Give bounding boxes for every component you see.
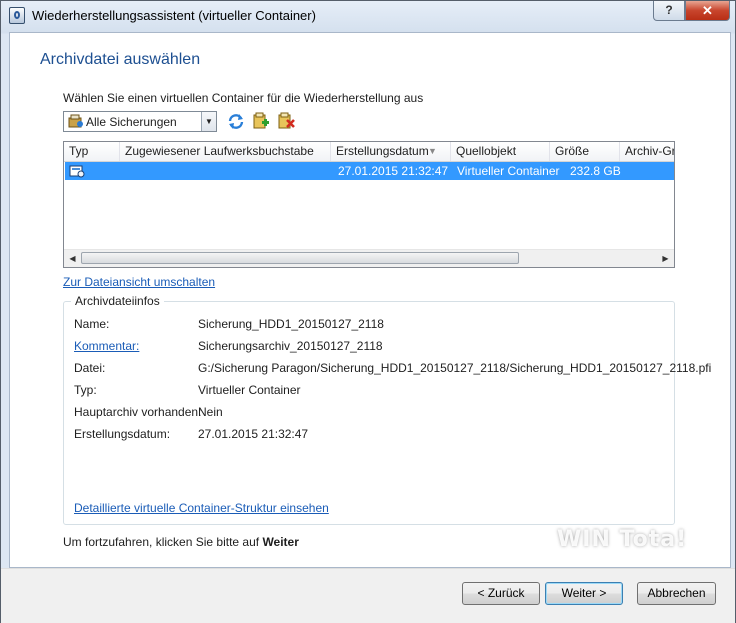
column-header-size[interactable]: Größe — [550, 142, 620, 161]
cancel-button[interactable]: Abbrechen — [637, 582, 716, 605]
info-value-main-archive: Nein — [198, 405, 223, 419]
scrollbar-thumb[interactable] — [81, 252, 519, 264]
info-label-created: Erstellungsdatum: — [74, 427, 171, 441]
info-label-main-archive: Hauptarchiv vorhanden: — [74, 405, 202, 419]
watermark-logo: WIN Tota! — [557, 527, 688, 552]
row-source: Virtueller Container — [457, 164, 560, 178]
refresh-icon[interactable] — [227, 112, 245, 130]
continue-hint-bold: Weiter — [262, 535, 299, 549]
continue-hint: Um fortzufahren, klicken Sie bitte auf W… — [63, 535, 299, 549]
next-button[interactable]: Weiter > — [545, 582, 623, 605]
title-bar[interactable]: Wiederherstellungsassistent (virtueller … — [1, 1, 735, 31]
sort-indicator-icon: ▼ — [428, 146, 437, 156]
page-title: Archivdatei auswählen — [40, 51, 201, 68]
container-list[interactable]: Typ Zugewiesener Laufwerksbuchstabe Erst… — [63, 141, 675, 268]
add-archive-icon[interactable] — [252, 112, 270, 130]
virtual-container-icon — [69, 165, 85, 178]
row-created: 27.01.2015 21:32:47 — [338, 164, 449, 178]
delete-archive-icon[interactable] — [277, 112, 295, 130]
column-header-archive-size[interactable]: Archiv-Grö — [620, 142, 674, 161]
button-bar — [1, 568, 735, 623]
comment-link[interactable]: Kommentar: — [74, 339, 139, 353]
continue-hint-text: Um fortzufahren, klicken Sie bitte auf — [63, 535, 260, 549]
info-label-name: Name: — [74, 317, 110, 331]
chevron-down-icon[interactable]: ▼ — [201, 112, 216, 131]
info-label-type: Typ: — [74, 383, 97, 397]
info-value-comment: Sicherungsarchiv_20150127_2118 — [198, 339, 383, 353]
info-value-type: Virtueller Container — [198, 383, 301, 397]
scroll-left-icon[interactable]: ◀ — [64, 250, 81, 267]
wizard-window: Wiederherstellungsassistent (virtueller … — [0, 0, 736, 623]
table-row[interactable]: 27.01.2015 21:32:47 Virtueller Container… — [65, 162, 674, 180]
backup-filter-icon — [68, 114, 83, 128]
info-value-name: Sicherung_HDD1_20150127_2118 — [198, 317, 384, 331]
container-structure-link[interactable]: Detaillierte virtuelle Container-Struktu… — [74, 501, 329, 515]
horizontal-scrollbar[interactable]: ◀ ▶ — [64, 249, 674, 267]
instruction-text: Wählen Sie einen virtuellen Container fü… — [63, 91, 424, 105]
scroll-right-icon[interactable]: ▶ — [657, 250, 674, 267]
row-size: 232.8 GB — [570, 164, 621, 178]
back-button[interactable]: < Zurück — [462, 582, 540, 605]
info-value-created: 27.01.2015 21:32:47 — [198, 427, 309, 441]
list-header: Typ Zugewiesener Laufwerksbuchstabe Erst… — [64, 142, 674, 162]
close-button[interactable]: ✕ — [685, 1, 730, 21]
switch-to-file-view-link[interactable]: Zur Dateiansicht umschalten — [63, 275, 215, 289]
info-label-file: Datei: — [74, 361, 106, 375]
app-icon — [9, 7, 25, 24]
window-title: Wiederherstellungsassistent (virtueller … — [32, 8, 316, 23]
column-header-drive-letter[interactable]: Zugewiesener Laufwerksbuchstabe — [120, 142, 331, 161]
column-header-type[interactable]: Typ — [64, 142, 120, 161]
archive-info-title: Archivdateiinfos — [71, 294, 164, 308]
backup-filter-value: Alle Sicherungen — [86, 115, 177, 129]
backup-filter-dropdown[interactable]: Alle Sicherungen ▼ — [63, 111, 217, 132]
info-value-file: G:/Sicherung Paragon/Sicherung_HDD1_2015… — [198, 361, 712, 375]
help-button[interactable]: ? — [653, 1, 685, 21]
column-header-source[interactable]: Quellobjekt — [451, 142, 550, 161]
